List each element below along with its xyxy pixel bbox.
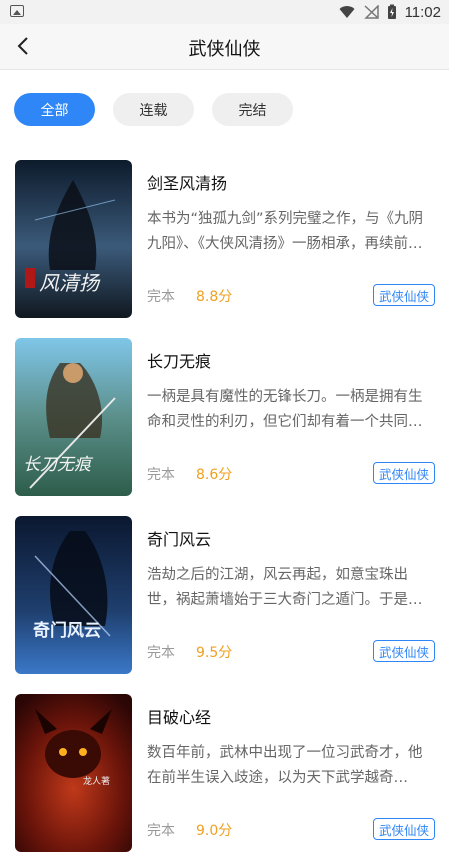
book-description: 本书为“独孤九剑”系列完璧之作，与《九阴九阳》、《大侠风清扬》一肠相承，再续前缘…: [147, 211, 424, 252]
category-tag[interactable]: 武侠仙侠: [373, 462, 435, 484]
clock: 11:02: [404, 3, 441, 21]
status-bar: 11:02: [0, 0, 449, 24]
filter-bar: 全部 连载 完结: [14, 93, 293, 126]
status-icons: 11:02: [339, 3, 441, 21]
filter-all[interactable]: 全部: [14, 93, 95, 126]
book-status: 完本: [147, 645, 175, 661]
book-description: 浩劫之后的江湖，风云再起，如意宝珠出世，祸起萧墙始于三大奇门之遁门。于是一场风云…: [147, 567, 423, 608]
book-item[interactable]: 龙人著 目破心经 数百年前，武林中出现了一位习武奇才，他在前半生误入歧途，以为天…: [15, 694, 435, 852]
category-tag[interactable]: 武侠仙侠: [373, 818, 435, 840]
cover-title: 奇门风云: [33, 620, 101, 641]
book-status: 完本: [147, 289, 175, 305]
book-cover[interactable]: 长刀无痕: [15, 338, 132, 496]
cover-title: 风清扬: [39, 271, 101, 295]
filter-serializing[interactable]: 连载: [113, 93, 194, 126]
battery-icon: [387, 4, 396, 19]
book-item[interactable]: 长刀无痕 长刀无痕 一柄是具有魔性的无锋长刀。一柄是拥有生命和灵性的利刃，但它们…: [15, 338, 435, 496]
cover-title: 长刀无痕: [23, 455, 94, 475]
book-title[interactable]: 目破心经: [147, 704, 211, 728]
wifi-icon: [339, 6, 355, 19]
book-score: 8.8分: [196, 289, 233, 305]
book-cover[interactable]: 风清扬: [15, 160, 132, 318]
book-score: 9.5分: [196, 645, 233, 661]
no-signal-icon: [363, 5, 379, 19]
book-item[interactable]: 风清扬 剑圣风清扬 本书为“独孤九剑”系列完璧之作，与《九阴九阳》、《大侠风清扬…: [15, 160, 435, 318]
image-notification-icon: [10, 5, 24, 17]
filter-completed[interactable]: 完结: [212, 93, 293, 126]
book-description: 数百年前，武林中出现了一位习武奇才，他在前半生误入歧途，以为天下武学越奇越……: [147, 745, 423, 786]
app-header: 武侠仙侠: [0, 24, 449, 70]
page-title: 武侠仙侠: [188, 39, 261, 60]
book-title[interactable]: 长刀无痕: [147, 348, 211, 372]
book-cover[interactable]: 龙人著: [15, 694, 132, 852]
book-score: 8.6分: [196, 467, 233, 483]
book-status: 完本: [147, 823, 175, 839]
category-tag[interactable]: 武侠仙侠: [373, 640, 435, 662]
category-tag[interactable]: 武侠仙侠: [373, 284, 435, 306]
book-cover[interactable]: 奇门风云: [15, 516, 132, 674]
cover-author: 龙人著: [83, 775, 110, 787]
book-description: 一柄是具有魔性的无锋长刀。一柄是拥有生命和灵性的利刃，但它们却有着一个共同的秘密…: [147, 389, 423, 430]
book-title[interactable]: 剑圣风清扬: [147, 170, 227, 194]
book-status: 完本: [147, 467, 175, 483]
book-score: 9.0分: [196, 823, 233, 839]
book-item[interactable]: 奇门风云 奇门风云 浩劫之后的江湖，风云再起，如意宝珠出世，祸起萧墙始于三大奇门…: [15, 516, 435, 674]
book-title[interactable]: 奇门风云: [147, 526, 211, 550]
